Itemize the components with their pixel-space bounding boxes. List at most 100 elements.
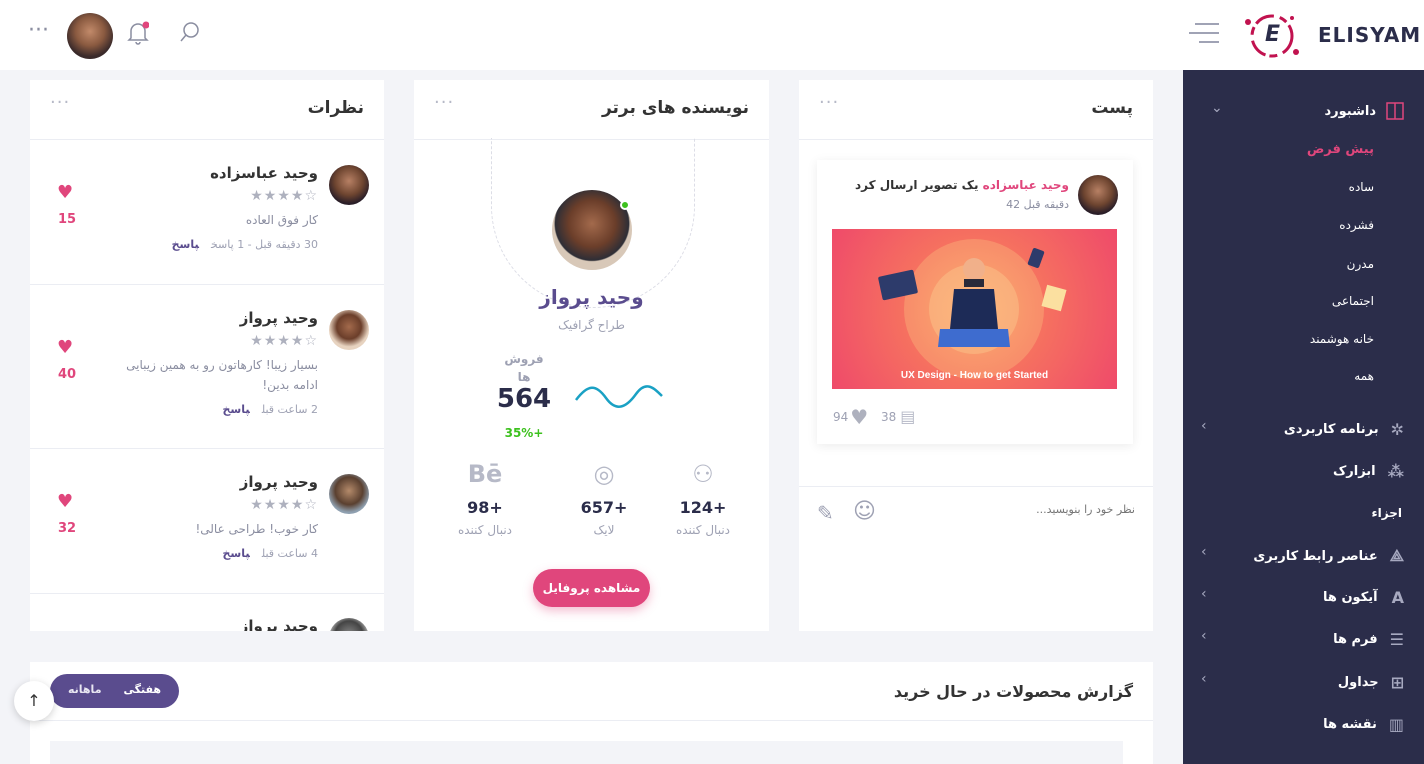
reply-link[interactable]: پاسخ — [172, 238, 199, 251]
sidebar-item-ui-elements[interactable]: عناصر رابط کاربری ⟁ — [1253, 546, 1404, 566]
heart-icon: ♥ — [850, 405, 869, 429]
commenter-name[interactable]: وحید پرواز — [240, 309, 318, 327]
pencil-icon[interactable]: ✎ — [817, 501, 834, 525]
users-icon: ⚇ — [692, 460, 714, 488]
stat-label: دنبال کننده — [457, 523, 513, 537]
commenter-name[interactable]: وحید پرواز — [240, 617, 318, 631]
sidebar-item-forms[interactable]: فرم ها ☰ — [1333, 630, 1404, 649]
commenter-name[interactable]: وحید عباسزاده — [210, 164, 318, 182]
card-header: پست ··· — [799, 80, 1153, 140]
chevron-left-icon[interactable]: ‹ — [1201, 671, 1207, 687]
brand-logo[interactable]: E — [1238, 8, 1306, 64]
chevron-left-icon[interactable]: ‹ — [1201, 544, 1207, 560]
comment-count[interactable]: 38 ▤ — [881, 407, 915, 426]
sidebar-item-label: برنامه کاربردی — [1283, 422, 1379, 437]
chevron-left-icon[interactable]: ‹ — [1201, 418, 1207, 434]
sidebar-item-app[interactable]: برنامه کاربردی ✲ — [1284, 420, 1404, 439]
comment-count-value: 38 — [881, 409, 897, 424]
post-card: پست ··· وحید عباسزاده یک تصویر ارسال کرد… — [799, 80, 1153, 631]
card-menu-icon[interactable]: ··· — [50, 92, 70, 113]
more-options-icon[interactable]: ··· — [28, 18, 49, 43]
comment-meta: 4 ساعت قبل پاسخ — [222, 547, 318, 560]
rating-stars: ★★★★☆ — [250, 333, 318, 349]
comment-text: کار فوق العاده — [245, 213, 318, 227]
sidebar-subitem[interactable]: پیش فرض — [1307, 142, 1374, 157]
sidebar-subitem[interactable]: ساده — [1349, 180, 1374, 194]
map-icon: ▥ — [1388, 715, 1404, 734]
commenter-avatar[interactable] — [329, 165, 369, 205]
emoji-icon[interactable]: ☺ — [853, 499, 876, 524]
sidebar-item-maps[interactable]: نقشه ها ▥ — [1323, 715, 1404, 734]
tab-weekly[interactable]: هفتگی — [123, 683, 161, 696]
sidebar-subitem[interactable]: خانه هوشمند — [1310, 332, 1374, 346]
search-icon[interactable] — [179, 21, 201, 43]
comment-item: وحید پرواز ★★★★☆ کار خوب! طراحی عالی! 4 ساع… — [30, 449, 384, 594]
comment-text: بسیار زیبا! کارهاتون رو به همین زیبایی ا… — [126, 358, 318, 392]
card-title: نویسنده های برتر — [601, 98, 749, 118]
sidebar-subitem[interactable]: همه — [1354, 369, 1374, 383]
card-menu-icon[interactable]: ··· — [434, 92, 454, 113]
comment-time: 30 دقیقه قبل - 1 پاسخ — [210, 238, 318, 251]
chevron-left-icon[interactable]: ‹ — [1201, 628, 1207, 644]
rating-stars: ★★★★☆ — [250, 497, 318, 513]
sidebar-subitem[interactable]: مدرن — [1347, 257, 1374, 271]
stat-value: 98+ — [467, 498, 503, 517]
heart-icon[interactable]: ♥ — [57, 337, 73, 358]
like-count: 32 — [58, 521, 77, 536]
comment-input[interactable] — [935, 503, 1135, 516]
commenter-avatar[interactable] — [329, 474, 369, 514]
notification-bell-icon[interactable] — [127, 21, 149, 45]
menu-toggle-icon[interactable] — [1189, 22, 1221, 44]
report-tabs: هفتگی ماهانه — [50, 674, 179, 708]
view-profile-button[interactable]: مشاهده پروفایل — [533, 569, 650, 607]
sidebar-item-dashboard[interactable]: داشبورد — [1324, 102, 1404, 120]
card-header: نظرات ··· — [30, 80, 384, 140]
comment-text: کار خوب! طراحی عالی! — [195, 522, 318, 536]
scroll-to-top-button[interactable]: ↑ — [14, 681, 54, 721]
post-author-link[interactable]: وحید عباسزاده — [983, 178, 1069, 192]
heart-icon[interactable]: ♥ — [57, 182, 73, 203]
sidebar-item-tables[interactable]: جداول ⊞ — [1338, 673, 1404, 692]
sidebar-item-icons[interactable]: آیکون ها A — [1323, 588, 1404, 607]
top-writers-card: نویسنده های برتر ··· وحید پرواز طراح گرا… — [414, 80, 769, 631]
card-menu-icon[interactable]: ··· — [819, 92, 839, 113]
sidebar-item-label: داشبورد — [1324, 103, 1376, 119]
online-status-dot — [620, 200, 630, 210]
tab-monthly[interactable]: ماهانه — [68, 683, 102, 696]
arrow-up-icon: ↑ — [27, 691, 41, 710]
report-divider — [30, 720, 1153, 721]
sidebar-item-label: عناصر رابط کاربری — [1253, 548, 1378, 564]
brand-name[interactable]: ELISYAM — [1318, 23, 1421, 47]
post-image[interactable]: UX Design - How to get Started — [832, 229, 1117, 389]
sidebar-item-label: فرم ها — [1333, 632, 1378, 647]
sales-growth: 35%+ — [504, 426, 544, 440]
sidebar-subitem[interactable]: فشرده — [1339, 218, 1374, 232]
like-count[interactable]: 94 ♥ — [833, 405, 868, 429]
sales-label: فروش ها — [504, 352, 544, 384]
like-count: 15 — [58, 212, 77, 227]
logo-letter: E — [1265, 22, 1281, 47]
commenter-avatar[interactable] — [329, 310, 369, 350]
post-headline: وحید عباسزاده یک تصویر ارسال کرد — [855, 178, 1069, 192]
commenter-name[interactable]: وحید پرواز — [240, 473, 318, 491]
sidebar-subitem[interactable]: اجتماعی — [1332, 294, 1374, 308]
writer-name[interactable]: وحید پرواز — [414, 285, 769, 309]
reply-link[interactable]: پاسخ — [222, 547, 249, 560]
user-avatar[interactable] — [67, 13, 113, 59]
like-count-value: 94 — [833, 410, 849, 424]
author-avatar[interactable] — [1078, 175, 1118, 215]
font-icon: A — [1391, 588, 1404, 607]
post-time: 42 دقیقه قبل — [1006, 198, 1069, 211]
chevron-down-icon[interactable]: ⌄ — [1211, 100, 1223, 116]
post-action-text: یک تصویر ارسال کرد — [854, 178, 983, 192]
heart-icon[interactable]: ♥ — [57, 491, 73, 512]
sidebar-item-label: ابزارک — [1332, 464, 1376, 479]
report-card: گزارش محصولات در حال خرید هفتگی ماهانه — [30, 662, 1153, 764]
report-chart-area — [50, 741, 1123, 764]
sidebar-section-label: اجزاء — [1371, 506, 1402, 520]
commenter-avatar[interactable] — [329, 618, 369, 631]
sidebar-item-widgets[interactable]: ابزارک ⁂ — [1333, 462, 1404, 481]
reply-link[interactable]: پاسخ — [222, 403, 249, 416]
chevron-left-icon[interactable]: ‹ — [1201, 586, 1207, 602]
comment-time: 4 ساعت قبل — [261, 547, 318, 560]
